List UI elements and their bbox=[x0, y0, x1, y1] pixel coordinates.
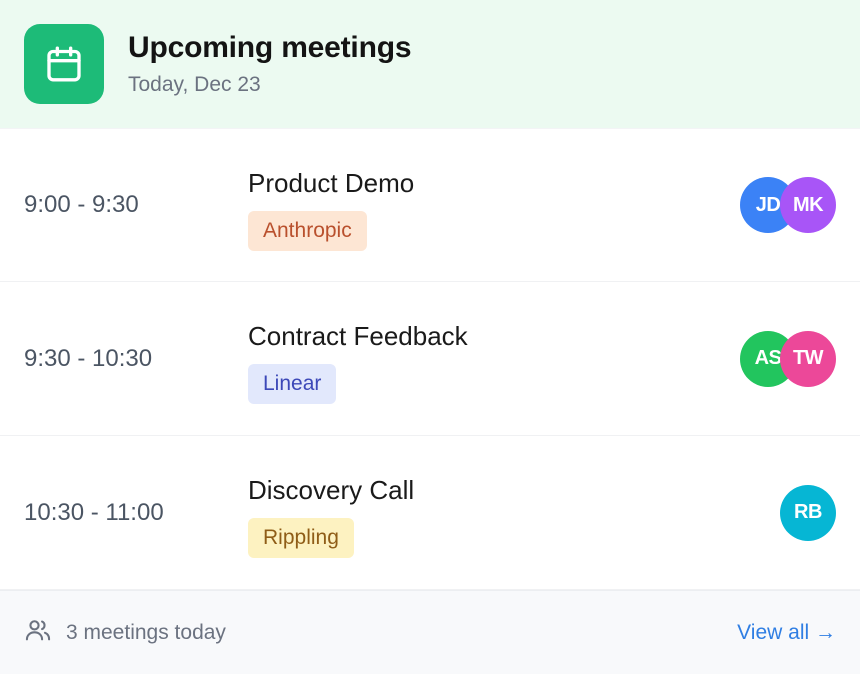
users-icon bbox=[24, 616, 52, 649]
card-date: Today, Dec 23 bbox=[128, 73, 261, 96]
avatar[interactable]: MK bbox=[780, 177, 836, 233]
meeting-title: Contract Feedback bbox=[248, 321, 468, 351]
avatar[interactable]: RB bbox=[780, 484, 836, 541]
view-all-link[interactable]: View all → bbox=[737, 621, 836, 645]
meeting-list: 9:00 - 9:30 Product Demo Anthropic JD MK… bbox=[0, 128, 860, 590]
attendee-avatars: AS TW bbox=[740, 282, 836, 435]
meeting-title: Product Demo bbox=[248, 168, 415, 198]
calendar-icon bbox=[24, 24, 104, 104]
attendee-avatars: RB bbox=[780, 436, 836, 589]
card-title: Upcoming meetings bbox=[128, 31, 412, 64]
meeting-count: 3 meetings today bbox=[66, 620, 226, 644]
meeting-title: Discovery Call bbox=[248, 475, 415, 505]
meetings-card: Upcoming meetings Today, Dec 23 9:00 - 9… bbox=[0, 0, 860, 674]
meeting-row[interactable]: 9:00 - 9:30 Product Demo Anthropic JD MK bbox=[0, 128, 860, 282]
company-tag: Rippling bbox=[248, 518, 354, 558]
meeting-time: 9:00 - 9:30 bbox=[24, 191, 139, 218]
company-tag: Linear bbox=[248, 364, 337, 404]
card-footer: 3 meetings today View all → bbox=[0, 590, 860, 674]
company-tag: Anthropic bbox=[248, 211, 367, 251]
meeting-time: 10:30 - 11:00 bbox=[24, 498, 164, 526]
meeting-row[interactable]: 9:30 - 10:30 Contract Feedback Linear AS… bbox=[0, 282, 860, 436]
meeting-row[interactable]: 10:30 - 11:00 Discovery Call Rippling RB bbox=[0, 436, 860, 590]
card-header: Upcoming meetings Today, Dec 23 bbox=[0, 0, 860, 128]
attendee-avatars: JD MK bbox=[740, 129, 836, 281]
meeting-time: 9:30 - 10:30 bbox=[24, 344, 153, 372]
avatar[interactable]: TW bbox=[780, 330, 836, 387]
